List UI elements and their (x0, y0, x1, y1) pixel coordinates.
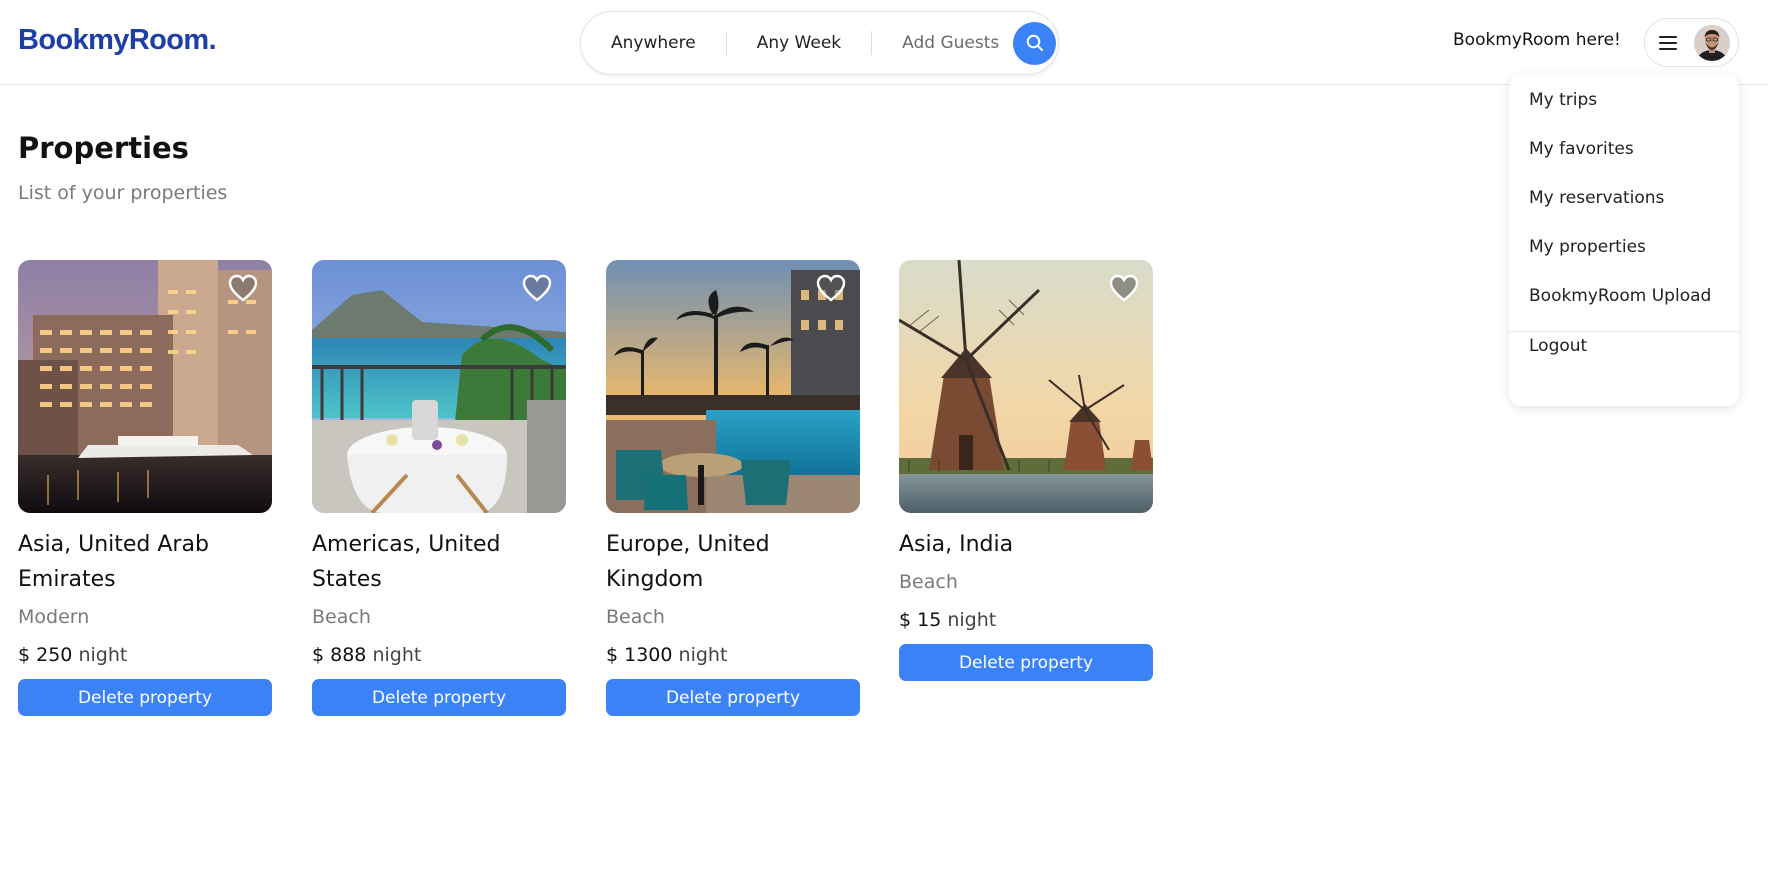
property-price: $ 1300 night (606, 641, 860, 669)
property-category: Modern (18, 606, 90, 628)
favorite-heart-icon[interactable] (522, 274, 552, 302)
search-bar[interactable]: Anywhere Any Week Add Guests (580, 11, 1059, 75)
delete-property-button[interactable]: Delete property (312, 679, 566, 716)
user-dropdown-menu: My trips My favorites My reservations My… (1509, 75, 1739, 406)
favorite-heart-icon[interactable] (816, 274, 846, 302)
search-button[interactable] (1013, 21, 1057, 65)
price-amount: $ 15 (899, 609, 942, 631)
property-price: $ 250 night (18, 641, 272, 669)
page-subtitle: List of your properties (18, 182, 228, 204)
price-unit: night (678, 644, 728, 666)
user-menu-button[interactable] (1644, 18, 1739, 67)
property-card[interactable]: Asia, United Arab Emirates Modern $ 250 … (18, 260, 272, 716)
search-icon (1026, 34, 1043, 51)
menu-item-my-properties[interactable]: My properties (1529, 237, 1646, 257)
property-image[interactable] (899, 260, 1153, 513)
hamburger-icon (1659, 35, 1677, 50)
property-card[interactable]: Europe, United Kingdom Beach $ 1300 nigh… (606, 260, 860, 716)
property-location: Asia, India (899, 532, 1014, 557)
property-card[interactable]: Americas, United States Beach $ 888 nigh… (312, 260, 566, 716)
search-location[interactable]: Anywhere (581, 31, 726, 55)
price-amount: $ 250 (18, 644, 73, 666)
property-location: Europe, United Kingdom (606, 532, 770, 592)
menu-item-upload[interactable]: BookmyRoom Upload (1529, 286, 1711, 306)
page-title: Properties (18, 131, 189, 165)
property-location: Americas, United States (312, 532, 501, 592)
menu-item-my-favorites[interactable]: My favorites (1529, 139, 1634, 159)
search-guests[interactable]: Add Guests (871, 31, 1013, 55)
property-location: Asia, United Arab Emirates (18, 532, 209, 592)
property-price: $ 15 night (899, 606, 1153, 634)
delete-property-button[interactable]: Delete property (899, 644, 1153, 681)
property-category: Beach (606, 606, 665, 628)
property-price: $ 888 night (312, 641, 566, 669)
property-card[interactable]: Asia, India Beach $ 15 night Delete prop… (899, 260, 1153, 681)
property-image[interactable] (606, 260, 860, 513)
brand-logo[interactable]: BookmyRoom. (18, 24, 217, 57)
menu-item-my-trips[interactable]: My trips (1529, 90, 1597, 110)
property-image[interactable] (312, 260, 566, 513)
price-amount: $ 888 (312, 644, 367, 666)
property-image[interactable] (18, 260, 272, 513)
price-unit: night (78, 644, 128, 666)
favorite-heart-icon[interactable] (228, 274, 258, 302)
price-unit: night (947, 609, 997, 631)
navbar: BookmyRoom. Anywhere Any Week Add Guests… (0, 0, 1768, 85)
menu-item-logout[interactable]: Logout (1529, 336, 1587, 356)
delete-property-button[interactable]: Delete property (606, 679, 860, 716)
menu-divider (1509, 331, 1739, 332)
menu-item-my-reservations[interactable]: My reservations (1529, 188, 1664, 208)
delete-property-button[interactable]: Delete property (18, 679, 272, 716)
host-link[interactable]: BookmyRoom here! (1453, 30, 1621, 50)
favorite-heart-icon[interactable] (1109, 274, 1139, 302)
property-category: Beach (899, 571, 958, 593)
avatar (1694, 25, 1730, 61)
price-amount: $ 1300 (606, 644, 673, 666)
property-category: Beach (312, 606, 371, 628)
price-unit: night (372, 644, 422, 666)
search-dates[interactable]: Any Week (725, 31, 871, 55)
